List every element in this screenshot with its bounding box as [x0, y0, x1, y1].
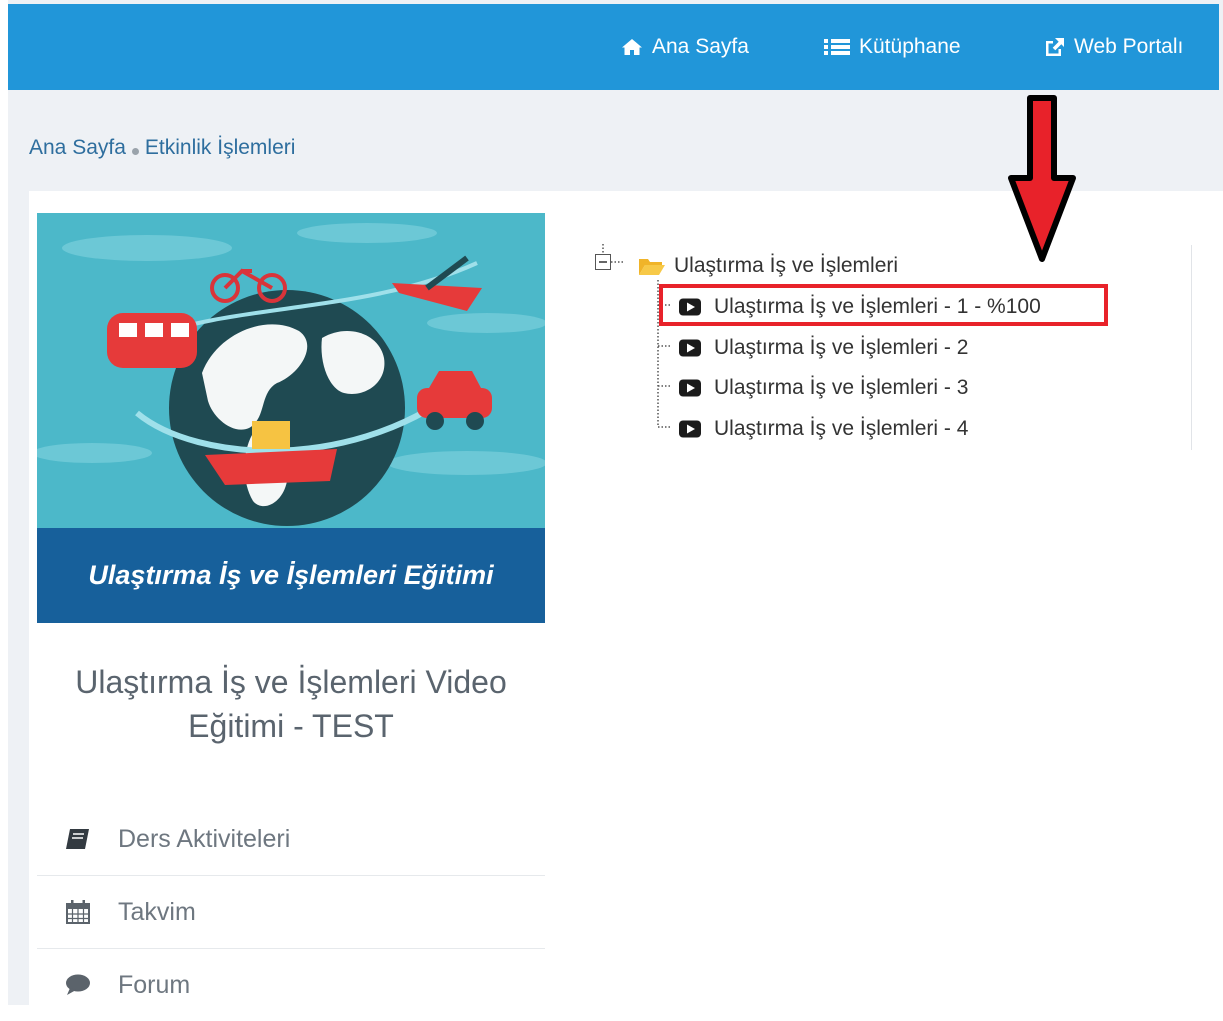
tree-item-video-4[interactable]: Ulaştırma İş ve İşlemleri - 4 — [678, 417, 968, 441]
side-item-forum[interactable]: Forum — [37, 949, 545, 1021]
nav-home-label: Ana Sayfa — [652, 35, 749, 58]
nav-library-label: Kütüphane — [859, 35, 961, 58]
breadcrumb-current[interactable]: Etkinlik İşlemleri — [145, 136, 296, 160]
red-arrow-down-icon — [1008, 95, 1076, 262]
side-item-label: Forum — [118, 970, 191, 999]
play-icon — [679, 420, 701, 438]
external-link-icon — [1046, 38, 1064, 56]
breadcrumb: Ana Sayfa Etkinlik İşlemleri — [29, 136, 295, 160]
tree-folder-node[interactable]: Ulaştırma İş ve İşlemleri — [638, 254, 898, 278]
tree-item-label: Ulaştırma İş ve İşlemleri - 4 — [714, 417, 969, 440]
side-item-takvim[interactable]: Takvim — [37, 876, 545, 949]
course-illustration — [37, 213, 545, 528]
side-item-label: Ders Aktiviteleri — [118, 824, 291, 853]
tree-item-video-2[interactable]: Ulaştırma İş ve İşlemleri - 2 — [678, 336, 968, 360]
tree-item-label: Ulaştırma İş ve İşlemleri - 2 — [714, 336, 969, 359]
nav-library-link[interactable]: Kütüphane — [824, 4, 961, 90]
home-icon — [622, 39, 642, 55]
course-title: Ulaştırma İş ve İşlemleri Video Eğitimi … — [37, 660, 545, 748]
play-icon — [679, 379, 701, 397]
top-nav-bar: Ana Sayfa Kütüphane Web Portalı — [8, 4, 1219, 90]
nav-home-link[interactable]: Ana Sayfa — [621, 4, 749, 90]
course-title-line-2: Eğitimi - TEST — [188, 708, 394, 744]
course-image: Ulaştırma İş ve İşlemleri Eğitimi — [37, 213, 545, 623]
course-title-line-1: Ulaştırma İş ve İşlemleri Video — [75, 664, 507, 700]
play-icon — [679, 339, 701, 357]
side-item-ders-aktiviteleri[interactable]: Ders Aktiviteleri — [37, 803, 545, 876]
tree-item-label: Ulaştırma İş ve İşlemleri - 3 — [714, 376, 969, 399]
breadcrumb-separator — [131, 147, 139, 155]
breadcrumb-home-link[interactable]: Ana Sayfa — [29, 136, 126, 160]
comment-icon — [66, 974, 90, 995]
nav-portal-label: Web Portalı — [1074, 35, 1184, 58]
nav-portal-link[interactable]: Web Portalı — [1043, 4, 1183, 90]
course-image-caption: Ulaştırma İş ve İşlemleri Eğitimi — [37, 528, 545, 623]
calendar-icon — [66, 900, 90, 924]
tree-folder-label: Ulaştırma İş ve İşlemleri — [674, 254, 899, 277]
tree-divider — [1191, 245, 1192, 450]
book-icon — [66, 829, 89, 849]
side-item-label: Takvim — [118, 897, 196, 926]
folder-open-icon — [639, 259, 665, 275]
list-icon — [824, 39, 850, 55]
course-side-menu: Ders Aktiviteleri Takvim Forum — [37, 803, 545, 1021]
tree-item-video-3[interactable]: Ulaştırma İş ve İşlemleri - 3 — [678, 376, 968, 400]
highlight-box — [659, 284, 1108, 326]
